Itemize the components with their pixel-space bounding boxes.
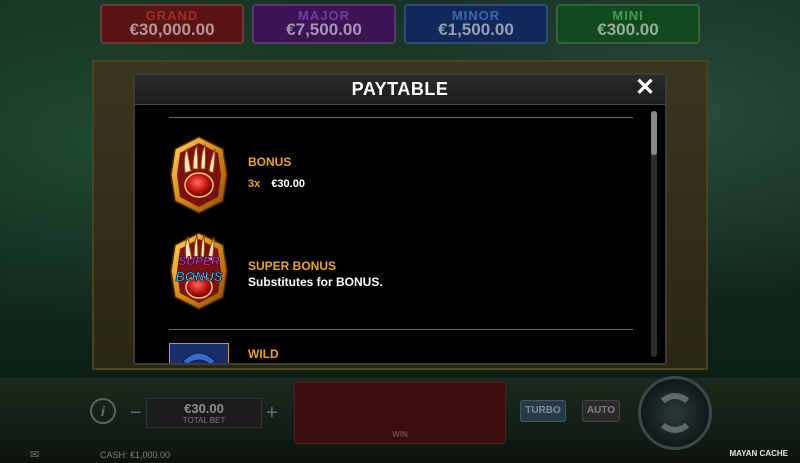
jackpot-major-value: €7,500.00: [286, 20, 362, 39]
bet-decrease-button[interactable]: −: [130, 402, 142, 425]
jackpot-major: MAJOR €7,500.00: [252, 4, 396, 44]
cash-balance: CASH: €1,000.00: [100, 450, 171, 460]
paytable-header: PAYTABLE ✕: [135, 75, 665, 105]
spin-arrows-icon: [655, 393, 695, 433]
super-bonus-icon-text-bottom: BONUS: [176, 269, 223, 284]
symbol-name-bonus: BONUS: [248, 155, 292, 169]
paytable-modal: PAYTABLE ✕ BONUS 3x €30.00 SUPER BONUS S…: [133, 73, 667, 365]
symbol-name-wild: WILD: [248, 347, 279, 361]
pay-row-bonus: 3x €30.00: [248, 178, 305, 190]
paytable-title: PAYTABLE: [351, 79, 449, 99]
info-button[interactable]: i: [90, 398, 116, 424]
divider-bottom: [169, 329, 633, 330]
autoplay-button[interactable]: AUTO: [582, 400, 620, 422]
jackpot-minor: MINOR €1,500.00: [404, 4, 548, 44]
jackpot-minor-value: €1,500.00: [438, 20, 514, 39]
game-title: MAYAN CACHE: [729, 449, 788, 458]
paytable-scrollbar-thumb[interactable]: [651, 111, 657, 155]
total-bet-label: TOTAL BET: [182, 416, 226, 425]
pay-amount: €30.00: [271, 178, 305, 190]
jackpot-grand: GRAND €30,000.00: [100, 4, 244, 44]
jackpot-mini: MINI €300.00: [556, 4, 700, 44]
turbo-button[interactable]: TURBO: [520, 400, 566, 422]
win-panel: WIN: [294, 382, 506, 444]
symbol-description-super-bonus: Substitutes for BONUS.: [248, 275, 383, 289]
bet-increase-button[interactable]: +: [266, 402, 278, 425]
paytable-scrollbar[interactable]: [651, 111, 657, 357]
pay-multiplier: 3x: [248, 178, 261, 190]
wild-icon-clip: [169, 343, 229, 363]
bear-claw-bonus-icon: [170, 136, 228, 214]
spin-button[interactable]: [638, 376, 712, 450]
super-bonus-icon-text-top: SUPER: [178, 254, 220, 268]
wild-icon: [169, 343, 229, 363]
total-bet-display: €30.00 TOTAL BET: [146, 398, 262, 428]
total-bet-value: €30.00: [184, 401, 224, 416]
jackpot-grand-value: €30,000.00: [129, 20, 215, 39]
home-icon[interactable]: ✉: [30, 448, 39, 461]
jackpot-bar: GRAND €30,000.00 MAJOR €7,500.00 MINOR €…: [100, 4, 700, 44]
divider-top: [169, 117, 633, 118]
jackpot-mini-value: €300.00: [597, 20, 659, 39]
close-button[interactable]: ✕: [633, 76, 657, 100]
symbol-name-super-bonus: SUPER BONUS: [248, 259, 337, 273]
super-bonus-icon: SUPER BONUS: [170, 232, 228, 310]
win-label: WIN: [392, 430, 408, 439]
